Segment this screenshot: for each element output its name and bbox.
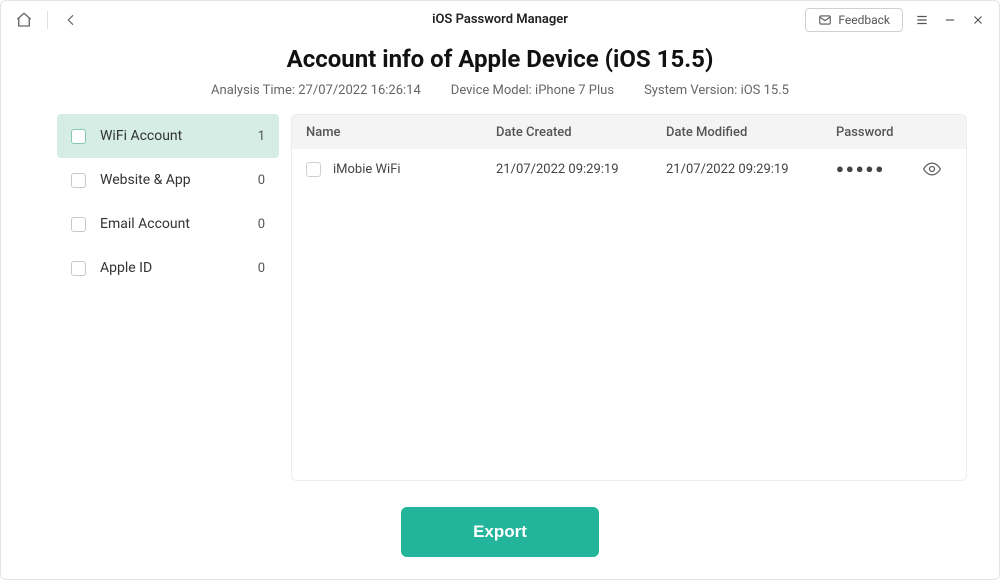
titlebar-separator bbox=[47, 11, 48, 29]
close-button[interactable] bbox=[969, 11, 987, 29]
back-icon[interactable] bbox=[60, 9, 82, 31]
menu-button[interactable] bbox=[913, 11, 931, 29]
feedback-label: Feedback bbox=[838, 13, 890, 27]
cell-name: iMobie WiFi bbox=[333, 162, 401, 177]
col-header-modified: Date Modified bbox=[666, 125, 836, 140]
checkbox[interactable] bbox=[71, 261, 86, 276]
export-button[interactable]: Export bbox=[401, 507, 599, 557]
device-model: Device Model: iPhone 7 Plus bbox=[451, 83, 614, 98]
sidebar-item-website[interactable]: Website & App 0 bbox=[57, 158, 279, 202]
sidebar-item-count: 1 bbox=[258, 129, 265, 144]
mail-icon bbox=[818, 13, 832, 27]
sidebar-item-label: WiFi Account bbox=[100, 128, 258, 144]
sidebar-item-label: Apple ID bbox=[100, 260, 258, 276]
records-table: Name Date Created Date Modified Password… bbox=[291, 114, 967, 481]
minimize-button[interactable] bbox=[941, 11, 959, 29]
row-checkbox[interactable] bbox=[306, 162, 321, 177]
col-header-password: Password bbox=[836, 125, 952, 140]
sidebar-item-appleid[interactable]: Apple ID 0 bbox=[57, 246, 279, 290]
sidebar-item-wifi[interactable]: WiFi Account 1 bbox=[57, 114, 279, 158]
analysis-time: Analysis Time: 27/07/2022 16:26:14 bbox=[211, 83, 421, 98]
checkbox[interactable] bbox=[71, 217, 86, 232]
feedback-button[interactable]: Feedback bbox=[805, 8, 903, 32]
category-sidebar: WiFi Account 1 Website & App 0 Email Acc… bbox=[57, 114, 279, 481]
cell-modified: 21/07/2022 09:29:19 bbox=[666, 162, 836, 177]
col-header-name: Name bbox=[306, 125, 496, 140]
cell-password-masked: ●●●●● bbox=[836, 161, 885, 177]
checkbox[interactable] bbox=[71, 129, 86, 144]
sidebar-item-label: Email Account bbox=[100, 216, 258, 232]
reveal-password-icon[interactable] bbox=[922, 159, 942, 179]
sidebar-item-email[interactable]: Email Account 0 bbox=[57, 202, 279, 246]
page-title: Account info of Apple Device (iOS 15.5) bbox=[1, 45, 999, 73]
sidebar-item-count: 0 bbox=[258, 173, 265, 188]
system-version: System Version: iOS 15.5 bbox=[644, 83, 789, 98]
sidebar-item-count: 0 bbox=[258, 261, 265, 276]
table-row[interactable]: iMobie WiFi 21/07/2022 09:29:19 21/07/20… bbox=[292, 149, 966, 189]
home-icon[interactable] bbox=[13, 9, 35, 31]
cell-created: 21/07/2022 09:29:19 bbox=[496, 162, 666, 177]
checkbox[interactable] bbox=[71, 173, 86, 188]
sidebar-item-label: Website & App bbox=[100, 172, 258, 188]
col-header-created: Date Created bbox=[496, 125, 666, 140]
table-header: Name Date Created Date Modified Password bbox=[292, 115, 966, 149]
sidebar-item-count: 0 bbox=[258, 217, 265, 232]
